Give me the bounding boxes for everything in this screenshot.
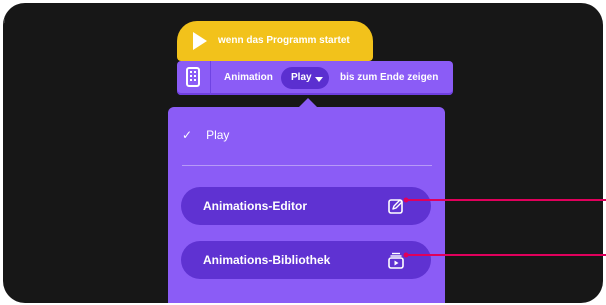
menu-divider (182, 165, 432, 166)
chevron-down-icon (315, 77, 323, 82)
animation-editor-button[interactable]: Animations-Editor (181, 187, 431, 225)
library-icon (388, 252, 404, 269)
hub-matrix-icon (186, 67, 200, 87)
menu-option-label: Play (206, 128, 230, 142)
block-category-cell (177, 61, 211, 95)
edge-marker (3, 3, 5, 7)
menu-option-play[interactable]: ✓ Play (182, 125, 229, 145)
animation-block[interactable]: Animation Play bis zum Ende zeigen (177, 61, 453, 95)
animation-block-suffix: bis zum Ende zeigen (340, 72, 439, 83)
start-block-label: wenn das Programm startet (218, 35, 350, 46)
animation-block-label: Animation (224, 72, 273, 83)
play-icon (193, 32, 207, 50)
dropdown-value: Play (291, 72, 312, 83)
animation-library-label: Animations-Bibliothek (203, 253, 331, 267)
animation-library-button[interactable]: Animations-Bibliothek (181, 241, 431, 279)
checkmark-icon: ✓ (182, 128, 193, 142)
animation-editor-label: Animations-Editor (203, 199, 307, 213)
edit-icon (388, 199, 403, 214)
start-block[interactable]: wenn das Programm startet (177, 21, 373, 65)
animation-dropdown[interactable]: Play (281, 67, 329, 89)
canvas: wenn das Programm startet Animation Play… (3, 3, 603, 303)
dropdown-menu: ✓ Play Animations-Editor Animations-Bibl… (168, 107, 445, 303)
edge-marker (3, 11, 5, 15)
edge-marker (3, 19, 5, 23)
